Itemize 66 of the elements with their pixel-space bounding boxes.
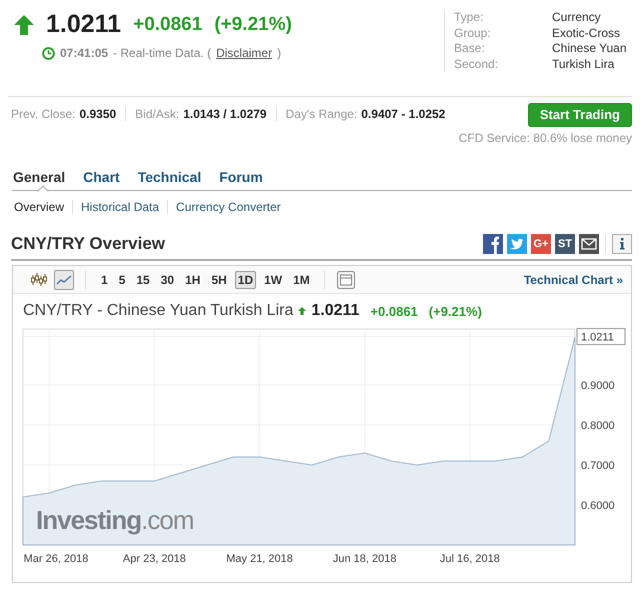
interval-button[interactable]: 1W [261, 270, 286, 288]
google-plus-icon[interactable]: G+ [531, 234, 551, 254]
info-label: Type: [454, 10, 484, 26]
disclaimer-link[interactable]: Disclaimer [216, 46, 272, 60]
sub-tab[interactable]: Overview [14, 200, 72, 214]
info-value: Exotic-Cross [552, 26, 622, 41]
interval-button[interactable]: 30 [158, 270, 178, 288]
technical-chart-link[interactable]: Technical Chart » [524, 272, 623, 286]
axis-label: Mar 26, 2018 [24, 553, 88, 565]
stat-value: 0.9350 [79, 107, 116, 121]
info-value: Chinese Yuan [552, 41, 628, 56]
stat-label: Bid/Ask: [135, 107, 180, 121]
interval-button[interactable]: 1 [98, 270, 111, 288]
price-change: +0.0861 [370, 304, 418, 318]
candlestick-icon[interactable] [31, 272, 47, 286]
axis-label: Jul 16, 2018 [440, 553, 500, 565]
axis-label: 0.6000 [581, 500, 615, 512]
realtime-label: - Real-time Data. ( [113, 46, 212, 60]
nav-tab[interactable]: Forum [219, 169, 263, 197]
section-title: CNY/TRY Overview [11, 234, 166, 254]
percent-change: (+9.21%) [214, 14, 292, 36]
stat-value: 0.9407 - 1.0252 [361, 107, 446, 121]
start-trading-button[interactable]: Start Trading [528, 103, 632, 127]
clock-icon [42, 46, 55, 60]
line-chart-icon[interactable] [56, 272, 72, 286]
interval-button[interactable]: 5 [116, 270, 128, 288]
interval-button[interactable]: 1M [290, 270, 313, 288]
facebook-icon[interactable] [483, 234, 503, 254]
info-label: Second: [454, 56, 500, 72]
stocktwits-icon[interactable]: ST [555, 234, 575, 254]
cfd-note: CFD Service: 80.6% lose money [458, 131, 632, 145]
info-label: Group: [454, 26, 492, 41]
axis-label: 0.7000 [581, 460, 615, 472]
info-label: Base: [454, 41, 486, 56]
stat-label: Day's Range: [286, 107, 358, 121]
mail-icon[interactable] [579, 234, 599, 254]
logo-text: Investing.com [36, 505, 194, 536]
calendar-icon[interactable] [336, 270, 355, 288]
instrument-name: CNY/TRY - Chinese Yuan Turkish Lira [23, 302, 294, 320]
price-change: +0.0861 [133, 14, 202, 36]
twitter-icon[interactable] [507, 234, 527, 254]
stat-value: 1.0143 / 1.0279 [183, 107, 267, 121]
info-value: Currency [552, 10, 602, 26]
axis-label: 1.0211 [581, 332, 614, 344]
interval-button[interactable]: 5H [208, 270, 230, 288]
axis-label: Apr 23, 2018 [122, 553, 186, 565]
sub-tab[interactable]: Currency Converter [167, 200, 289, 214]
stat-label: Prev. Close: [11, 107, 76, 121]
info-icon[interactable] [612, 234, 632, 254]
info-value: Turkish Lira [552, 56, 616, 72]
price-value: 1.0211 [46, 10, 122, 39]
nav-tab[interactable]: Technical [138, 169, 202, 197]
percent-change: (+9.21%) [428, 304, 482, 318]
closing-paren: ) [277, 46, 282, 60]
axis-label: 0.9000 [581, 380, 615, 392]
nav-tab[interactable]: General [13, 169, 66, 197]
axis-label: May 21, 2018 [226, 553, 293, 565]
interval-button[interactable]: 1D [234, 270, 256, 288]
price-value: 1.0211 [311, 302, 360, 320]
sub-tab[interactable]: Historical Data [72, 200, 168, 214]
nav-tab[interactable]: Chart [83, 169, 120, 197]
interval-button[interactable]: 1H [182, 270, 204, 288]
axis-label: Jun 18, 2018 [332, 553, 397, 565]
axis-label: 0.8000 [581, 420, 615, 432]
interval-button[interactable]: 15 [133, 270, 153, 288]
update-time: 07:41:05 [60, 46, 108, 60]
